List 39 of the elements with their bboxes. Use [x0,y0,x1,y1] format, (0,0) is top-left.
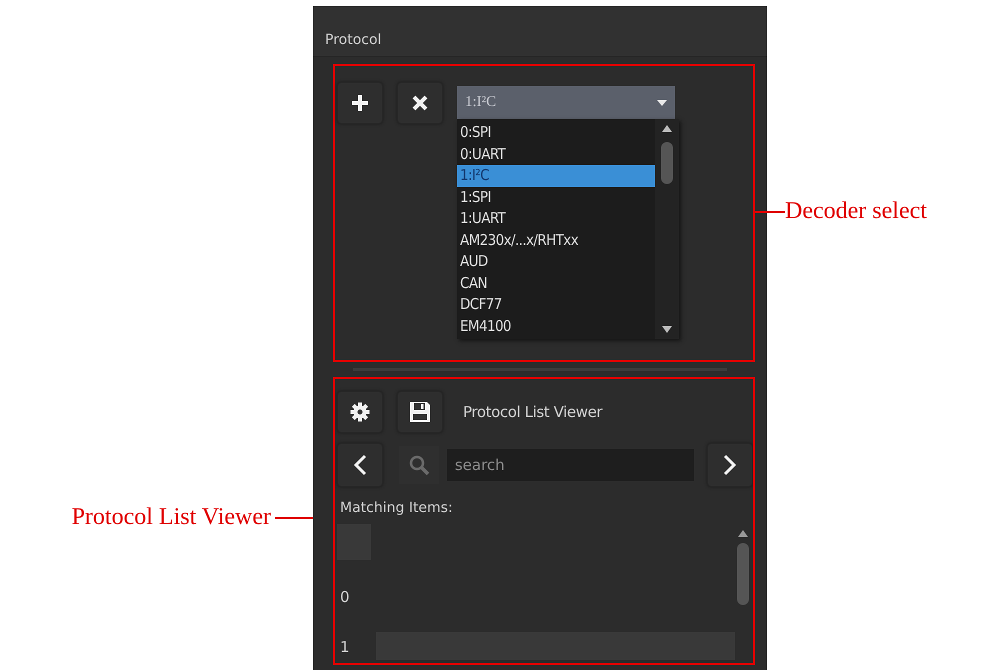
dropdown-option[interactable]: EM4100 [457,316,655,337]
scroll-up-icon [738,530,748,537]
viewer-title: Protocol List Viewer [463,403,602,421]
chevron-right-icon [723,454,737,476]
settings-icon [350,402,370,422]
search-icon [408,454,430,476]
matching-items-label: Matching Items: [339,499,454,516]
save-icon [409,401,431,423]
scroll-up-icon [662,125,672,132]
callout-label: Protocol List Viewer [72,504,271,531]
dropdown-option[interactable]: DCF77 [457,294,655,316]
dropdown-option[interactable]: 0:SPI [457,122,655,144]
next-button[interactable] [707,443,753,487]
dropdown-option[interactable]: 1:UART [457,208,655,230]
row-number: 0 [339,588,351,608]
scrollbar[interactable] [655,119,679,339]
add-button[interactable] [337,82,383,124]
save-button[interactable] [397,391,443,433]
callout-label: Decoder select [785,198,927,225]
dropdown-option[interactable]: 0:UART [457,144,655,165]
dropdown-option[interactable]: 1:SPI [457,186,655,208]
dropdown-option[interactable]: AUD [457,251,655,272]
chevron-left-icon [353,454,367,476]
search-field[interactable]: search [446,449,694,481]
dropdown-option[interactable]: CAN [457,272,655,294]
panel-title: Protocol [325,32,382,48]
settings-button[interactable] [337,391,383,433]
scroll-thumb[interactable] [661,142,673,184]
row-number: 1 [339,638,351,658]
scroll-thumb[interactable] [737,543,749,605]
dropdown-option[interactable]: AM230x/...x/RHTxx [457,230,655,251]
plus-icon [351,94,369,112]
close-icon [412,95,428,111]
remove-button[interactable] [397,82,443,124]
leader-line [275,516,313,518]
previous-button[interactable] [337,443,383,487]
decoder-dropdown[interactable]: 1:I²C [457,86,675,119]
scroll-down-icon [662,326,672,333]
caret-icon [657,100,667,106]
